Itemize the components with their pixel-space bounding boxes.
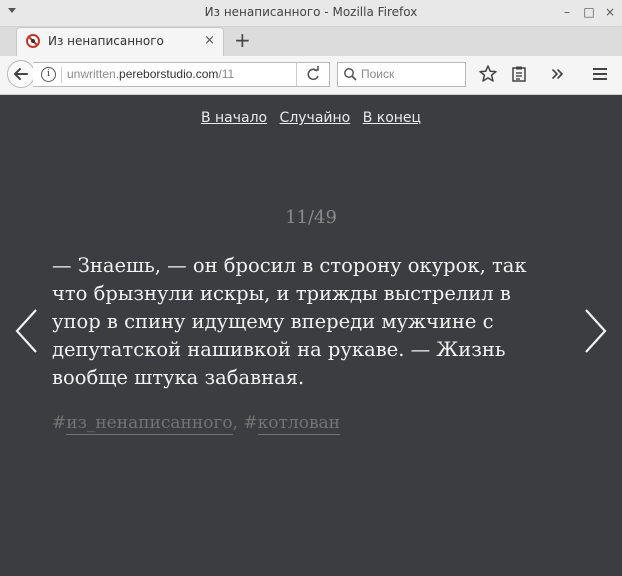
- star-icon[interactable]: [478, 64, 498, 84]
- window-titlebar: Из ненаписанного - Mozilla Firefox – □ ×: [0, 0, 622, 27]
- new-tab-button[interactable]: +: [234, 29, 251, 51]
- tag-prefix: #: [52, 413, 67, 433]
- clipboard-icon[interactable]: [509, 64, 529, 84]
- back-button[interactable]: [7, 60, 35, 88]
- link-to-end[interactable]: В конец: [363, 110, 421, 126]
- tag-separator: ,: [232, 413, 244, 433]
- link-random[interactable]: Случайно: [280, 110, 351, 126]
- url-domain: pereborstudio.com: [119, 67, 219, 81]
- search-bar[interactable]: Поиск: [337, 62, 466, 87]
- top-navigation: В начало Случайно В конец: [0, 110, 622, 126]
- url-domain-prefix: unwritten.: [67, 67, 120, 81]
- tab-close-button[interactable]: ×: [204, 33, 215, 48]
- close-window-button[interactable]: ×: [603, 5, 617, 19]
- reload-icon: [307, 66, 319, 81]
- page-content: В начало Случайно В конец 11/49 — Знаешь…: [0, 95, 622, 576]
- search-icon: [344, 68, 357, 81]
- story-text: — Знаешь, — он бросил в сторону окурок, …: [52, 254, 527, 389]
- tab-title: Из ненаписанного: [48, 34, 164, 48]
- tag-list: #из_ненаписанного, #котлован: [52, 413, 340, 435]
- navigation-toolbar: i unwritten.pereborstudio.com/11 Поиск: [0, 56, 622, 95]
- window-title: Из ненаписанного - Mozilla Firefox: [204, 5, 418, 19]
- chevrons-right-icon[interactable]: [548, 64, 568, 84]
- url-text[interactable]: unwritten.pereborstudio.com/11: [67, 67, 234, 81]
- info-icon[interactable]: i: [41, 67, 56, 82]
- tag-prefix: #: [243, 413, 258, 433]
- story-counter: 11/49: [285, 207, 337, 228]
- tab-active[interactable]: Из ненаписанного ×: [16, 27, 224, 56]
- tab-strip: Из ненаписанного × +: [0, 27, 622, 56]
- hamburger-menu-icon[interactable]: [590, 64, 610, 84]
- site-favicon-icon: [26, 34, 40, 48]
- tag-link[interactable]: котлован: [257, 413, 340, 435]
- url-separator: [61, 67, 62, 83]
- chevron-right-icon[interactable]: [580, 307, 610, 355]
- link-to-start[interactable]: В начало: [201, 110, 267, 126]
- arrow-left-icon: [14, 68, 28, 80]
- minimize-button[interactable]: –: [560, 5, 574, 19]
- reload-button[interactable]: [296, 63, 329, 86]
- search-placeholder: Поиск: [361, 67, 395, 81]
- chevron-left-icon[interactable]: [12, 307, 42, 355]
- tag-link[interactable]: из_ненаписанного: [66, 413, 233, 435]
- url-path: /11: [218, 67, 235, 81]
- maximize-button[interactable]: □: [582, 5, 596, 19]
- url-bar[interactable]: i unwritten.pereborstudio.com/11: [33, 62, 330, 87]
